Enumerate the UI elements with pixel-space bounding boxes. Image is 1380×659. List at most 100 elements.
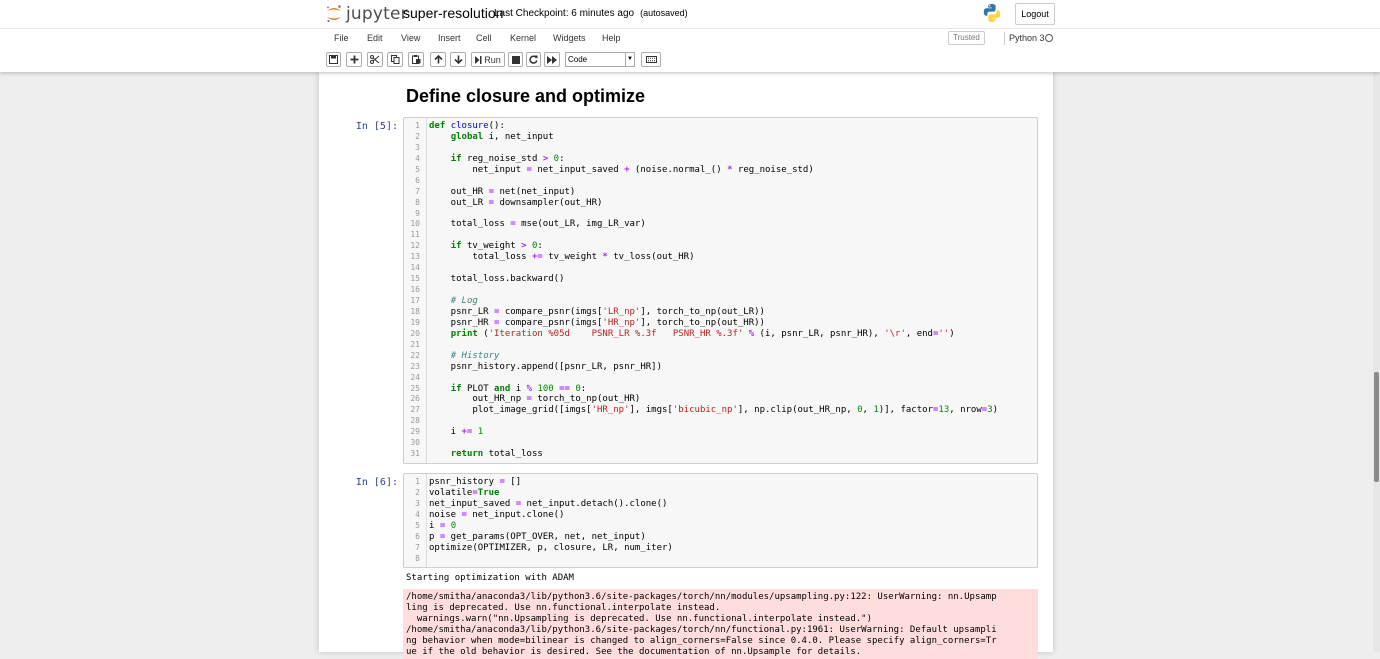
code-text: if PLOT and i % 100 == 0:	[450, 383, 587, 394]
code-text: net_input_saved = net_input.detach().clo…	[429, 498, 668, 509]
save-button[interactable]	[326, 52, 341, 67]
line-number: 2	[415, 131, 420, 141]
code-cell[interactable]: 1 def closure(): 2 global i, net_input 3 4 i…	[403, 117, 1038, 464]
code-text: i += 1	[429, 427, 484, 438]
code-text: total_loss.backward()	[429, 274, 565, 285]
code-text: def closure():	[429, 121, 505, 131]
stderr-line: warnings.warn("nn.Upsampling is deprecat…	[406, 613, 872, 624]
restart-button[interactable]	[526, 52, 541, 67]
menu-cell[interactable]: Cell	[476, 33, 492, 43]
menu-widgets[interactable]: Widgets	[553, 33, 586, 43]
cut-button[interactable]	[367, 52, 383, 67]
code-text: if reg_noise_std > 0:	[450, 153, 565, 164]
line-number: 1	[415, 121, 420, 130]
copy-button[interactable]	[387, 52, 403, 67]
cell-type-value: Code	[568, 55, 588, 64]
run-button[interactable]: Run	[471, 52, 505, 67]
code-text: volatile=True	[429, 487, 500, 498]
line-number: 30	[410, 438, 420, 448]
menu-edit[interactable]: Edit	[367, 33, 383, 43]
copy-icon	[390, 55, 399, 64]
line-number: 8	[415, 197, 420, 207]
logout-button[interactable]: Logout	[1015, 3, 1055, 25]
code-text: optimize(OPTIMIZER, p, closure, LR, num_…	[429, 542, 673, 553]
code-text: if tv_weight > 0:	[450, 241, 543, 252]
line-number: 27	[410, 405, 420, 415]
arrow-down-icon	[453, 55, 463, 64]
line-number: 8	[415, 553, 420, 563]
line-number: 4	[415, 509, 420, 519]
menu-insert[interactable]: Insert	[438, 33, 461, 43]
stderr-line: ling is deprecated. Use nn.functional.in…	[406, 602, 721, 613]
line-number: 31	[410, 449, 420, 459]
notebook-name[interactable]: super-resolution	[403, 5, 503, 21]
menu-help[interactable]: Help	[602, 33, 621, 43]
kernel-idle-icon	[1045, 34, 1053, 42]
line-number: 28	[410, 416, 420, 426]
paste-icon	[411, 55, 420, 64]
line-number: 11	[410, 230, 420, 240]
line-number: 5	[415, 164, 420, 174]
save-icon	[329, 55, 338, 64]
cell-output-stderr: /home/smitha/anaconda3/lib/python3.6/sit…	[403, 589, 1038, 659]
code-text: psnr_history.append([psnr_LR, psnr_HR])	[429, 361, 662, 372]
jupyter-logo-icon	[327, 5, 341, 23]
line-number: 20	[410, 328, 420, 338]
cell-output-stdout: Starting optimization with ADAM	[406, 573, 574, 583]
checkpoint-text: Last Checkpoint: 6 minutes ago	[494, 8, 635, 19]
line-number: 16	[410, 285, 420, 295]
code-text: return total_loss	[450, 449, 543, 460]
stderr-line: ng behavior when mode=bilinear is change…	[406, 635, 997, 646]
code-text: global i, net_input	[450, 131, 554, 142]
paste-button[interactable]	[408, 52, 424, 67]
cell-prompt: In [6]:	[355, 477, 398, 488]
jupyter-logo[interactable]: jupyter	[325, 3, 408, 25]
stop-icon	[511, 55, 520, 64]
code-text: # History	[450, 350, 500, 361]
line-number: 1	[415, 477, 420, 486]
line-number: 3	[415, 498, 420, 508]
menu-file[interactable]: File	[334, 33, 349, 43]
line-number: 2	[415, 487, 420, 497]
kernel-divider	[1004, 32, 1005, 45]
line-number: 17	[410, 296, 420, 305]
line-number: 9	[415, 208, 420, 218]
stderr-line: /home/smitha/anaconda3/lib/python3.6/sit…	[406, 592, 997, 602]
code-text: psnr_LR = compare_psnr(imgs['LR_np'], to…	[429, 306, 765, 317]
menu-bar: File Edit View Insert Cell Kernel Widget…	[324, 29, 1056, 48]
autosaved-text: (autosaved)	[640, 8, 688, 18]
jupyter-logo-text: jupyter	[346, 4, 408, 24]
section-heading: Define closure and optimize	[406, 86, 646, 106]
line-number: 29	[410, 427, 420, 437]
line-number: 26	[410, 394, 420, 404]
top-bar: jupyter super-resolution Last Checkpoint…	[0, 0, 1380, 29]
code-text: print ('Iteration %05d PSNR_LR %.3f PSNR…	[450, 328, 955, 339]
interrupt-button[interactable]	[508, 52, 523, 67]
line-number: 3	[415, 142, 420, 152]
code-text: net_input = net_input_saved + (noise.nor…	[429, 164, 814, 175]
line-number: 12	[410, 241, 420, 251]
plus-icon	[350, 55, 358, 64]
command-palette-button[interactable]	[641, 52, 661, 67]
scrollbar-thumb[interactable]	[1374, 372, 1379, 482]
insert-cell-button[interactable]	[346, 52, 362, 67]
line-number: 19	[410, 317, 420, 327]
menu-view[interactable]: View	[401, 33, 420, 43]
cell-type-select[interactable]: Code ▼	[565, 52, 635, 67]
code-text: i = 0	[429, 520, 457, 531]
code-text: psnr_history = []	[429, 477, 522, 487]
toolbar: Run Code ▼	[324, 51, 1064, 71]
line-number: 24	[410, 372, 420, 382]
menu-kernel[interactable]: Kernel	[510, 33, 536, 43]
step-forward-icon	[475, 55, 482, 64]
kernel-name[interactable]: Python 3	[1009, 33, 1045, 43]
code-cell[interactable]: 1 psnr_history = [] 2 volatile=True 3 net_inp…	[403, 473, 1038, 568]
code-text: # Log	[450, 296, 478, 306]
python-logo-icon	[983, 4, 1001, 22]
move-down-button[interactable]	[450, 52, 466, 67]
line-number: 10	[410, 219, 420, 229]
move-up-button[interactable]	[430, 52, 446, 67]
restart-run-all-button[interactable]	[544, 52, 560, 67]
page-scrollbar[interactable]	[1373, 72, 1380, 652]
trusted-indicator[interactable]: Trusted	[948, 31, 985, 45]
